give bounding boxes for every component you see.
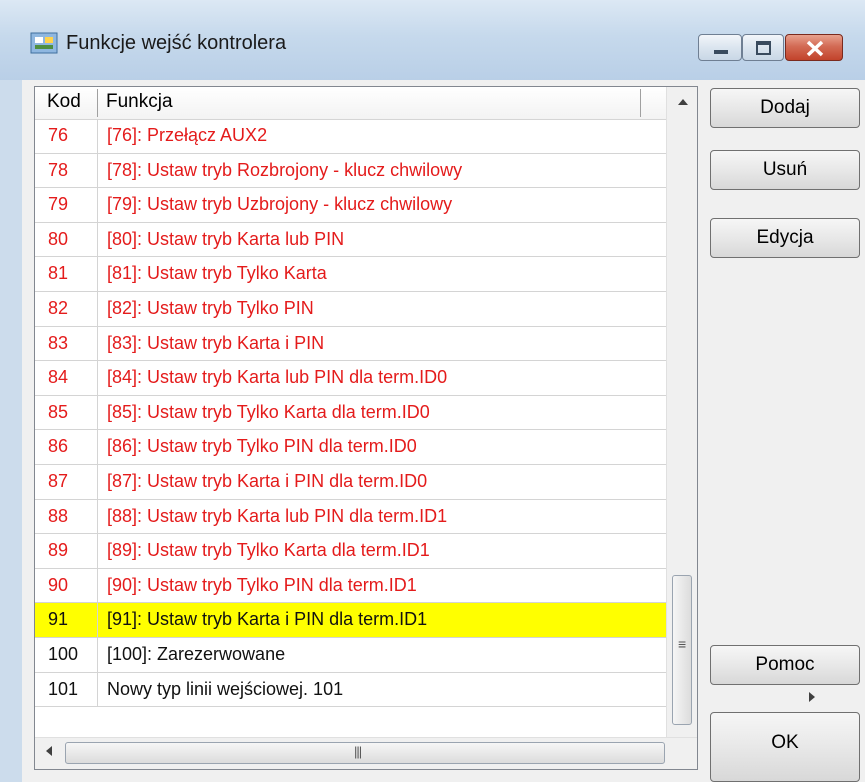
cell-separator: [97, 603, 98, 637]
horizontal-scrollbar[interactable]: |||: [35, 737, 697, 769]
table-row[interactable]: 78 [78]: Ustaw tryb Rozbrojony - klucz ch…: [35, 153, 666, 189]
row-code: 83: [48, 332, 69, 353]
table-row[interactable]: 91 [91]: Ustaw tryb Karta i PIN dla term.…: [35, 603, 666, 638]
list-header: Kod Funkcja: [35, 87, 666, 120]
help-button[interactable]: Pomoc: [710, 645, 860, 685]
cell-separator: [97, 326, 98, 361]
row-function: [78]: Ustaw tryb Rozbrojony - klucz chwi…: [107, 159, 463, 180]
table-row[interactable]: 83 [83]: Ustaw tryb Karta i PIN: [35, 326, 666, 362]
table-row[interactable]: 101 Nowy typ linii wejściowej. 101: [35, 672, 666, 708]
chevron-up-icon[interactable]: [677, 97, 689, 107]
cell-separator: [97, 430, 98, 464]
row-code: 82: [48, 297, 69, 318]
maximize-icon: [756, 41, 771, 55]
table-row[interactable]: 79 [79]: Ustaw tryb Uzbrojony - klucz chw…: [35, 188, 666, 223]
title-bar[interactable]: Funkcje wejść kontrolera: [0, 0, 865, 80]
cell-separator: [97, 395, 98, 430]
row-code: 100: [48, 643, 79, 664]
row-function: [85]: Ustaw tryb Tylko Karta dla term.ID…: [107, 401, 430, 422]
list-rows: 76 [76]: Przełącz AUX2 78 [78]: Ustaw tryb …: [35, 119, 666, 708]
functions-list[interactable]: Kod Funkcja 76 [76]: Przełącz AUX2 78 [78]:…: [34, 86, 698, 770]
close-button[interactable]: [785, 34, 843, 61]
row-code: 85: [48, 401, 69, 422]
cell-separator: [97, 361, 98, 395]
vertical-scroll-thumb[interactable]: ≡: [672, 575, 692, 725]
maximize-button[interactable]: [742, 34, 784, 61]
column-separator[interactable]: [640, 89, 641, 117]
row-code: 90: [48, 574, 69, 595]
row-code: 87: [48, 470, 69, 491]
cell-separator: [97, 119, 98, 153]
cell-separator: [97, 637, 98, 672]
chevron-right-icon[interactable]: [806, 690, 818, 704]
table-row[interactable]: 89 [89]: Ustaw tryb Tylko Karta dla term.…: [35, 534, 666, 569]
row-function: [88]: Ustaw tryb Karta lub PIN dla term.…: [107, 505, 448, 526]
column-header-code[interactable]: Kod: [47, 91, 81, 113]
table-row[interactable]: 81 [81]: Ustaw tryb Tylko Karta: [35, 257, 666, 292]
cell-separator: [97, 534, 98, 568]
dialog-window: Funkcje wejść kontrolera Kod Funkcja 76 […: [0, 0, 865, 782]
row-function: [82]: Ustaw tryb Tylko PIN: [107, 297, 314, 318]
table-row[interactable]: 82 [82]: Ustaw tryb Tylko PIN: [35, 291, 666, 327]
row-function: [89]: Ustaw tryb Tylko Karta dla term.ID…: [107, 540, 430, 561]
table-row[interactable]: 87 [87]: Ustaw tryb Karta i PIN dla term.…: [35, 464, 666, 500]
table-row[interactable]: 80 [80]: Ustaw tryb Karta lub PIN: [35, 222, 666, 258]
table-row[interactable]: 90 [90]: Ustaw tryb Tylko PIN dla term.ID…: [35, 568, 666, 604]
row-function: [91]: Ustaw tryb Karta i PIN dla term.ID…: [107, 609, 428, 630]
row-function: [79]: Ustaw tryb Uzbrojony - klucz chwil…: [107, 194, 453, 215]
row-function: [87]: Ustaw tryb Karta i PIN dla term.ID…: [107, 470, 428, 491]
close-icon: [806, 40, 824, 57]
row-code: 84: [48, 367, 69, 388]
chevron-left-icon[interactable]: [43, 744, 55, 758]
table-row[interactable]: 100 [100]: Zarezerwowane: [35, 637, 666, 673]
cell-separator: [97, 672, 98, 707]
vertical-scrollbar[interactable]: ≡: [666, 87, 697, 737]
row-function: [81]: Ustaw tryb Tylko Karta: [107, 263, 327, 284]
row-function: [80]: Ustaw tryb Karta lub PIN: [107, 228, 345, 249]
scroll-grip-icon: ≡: [678, 636, 687, 652]
row-code: 81: [48, 263, 69, 284]
row-function: [83]: Ustaw tryb Karta i PIN: [107, 332, 325, 353]
minimize-icon: [714, 50, 728, 54]
row-code: 88: [48, 505, 69, 526]
window-title: Funkcje wejść kontrolera: [66, 32, 287, 54]
row-function: [100]: Zarezerwowane: [107, 643, 286, 664]
edit-button[interactable]: Edycja: [710, 218, 860, 258]
row-function: Nowy typ linii wejściowej. 101: [107, 678, 344, 699]
row-function: [90]: Ustaw tryb Tylko PIN dla term.ID1: [107, 574, 417, 595]
table-row[interactable]: 84 [84]: Ustaw tryb Karta lub PIN dla ter…: [35, 361, 666, 396]
row-code: 78: [48, 159, 69, 180]
cell-separator: [97, 464, 98, 499]
horizontal-scroll-thumb[interactable]: |||: [65, 742, 665, 764]
cell-separator: [97, 188, 98, 222]
row-code: 101: [48, 678, 79, 699]
column-separator[interactable]: [97, 89, 98, 117]
app-icon: [30, 32, 58, 54]
row-code: 91: [48, 609, 69, 630]
cell-separator: [97, 499, 98, 534]
table-row[interactable]: 86 [86]: Ustaw tryb Tylko PIN dla term.ID…: [35, 430, 666, 465]
minimize-button[interactable]: [698, 34, 742, 61]
add-button[interactable]: Dodaj: [710, 88, 860, 128]
row-function: [76]: Przełącz AUX2: [107, 125, 268, 145]
cell-separator: [97, 222, 98, 257]
row-code: 89: [48, 540, 69, 561]
row-function: [86]: Ustaw tryb Tylko PIN dla term.ID0: [107, 436, 417, 457]
cell-separator: [97, 153, 98, 188]
column-header-function[interactable]: Funkcja: [106, 91, 173, 113]
table-row[interactable]: 76 [76]: Przełącz AUX2: [35, 119, 666, 154]
table-row[interactable]: 88 [88]: Ustaw tryb Karta lub PIN dla ter…: [35, 499, 666, 535]
row-code: 80: [48, 228, 69, 249]
table-row[interactable]: 85 [85]: Ustaw tryb Tylko Karta dla term.…: [35, 395, 666, 431]
scroll-grip-icon: |||: [354, 744, 362, 759]
row-code: 79: [48, 194, 69, 215]
cell-separator: [97, 568, 98, 603]
cell-separator: [97, 291, 98, 326]
cell-separator: [97, 257, 98, 291]
ok-button[interactable]: OK: [710, 712, 860, 782]
delete-button[interactable]: Usuń: [710, 150, 860, 190]
row-code: 86: [48, 436, 69, 457]
row-function: [84]: Ustaw tryb Karta lub PIN dla term.…: [107, 367, 448, 388]
row-code: 76: [48, 125, 69, 145]
